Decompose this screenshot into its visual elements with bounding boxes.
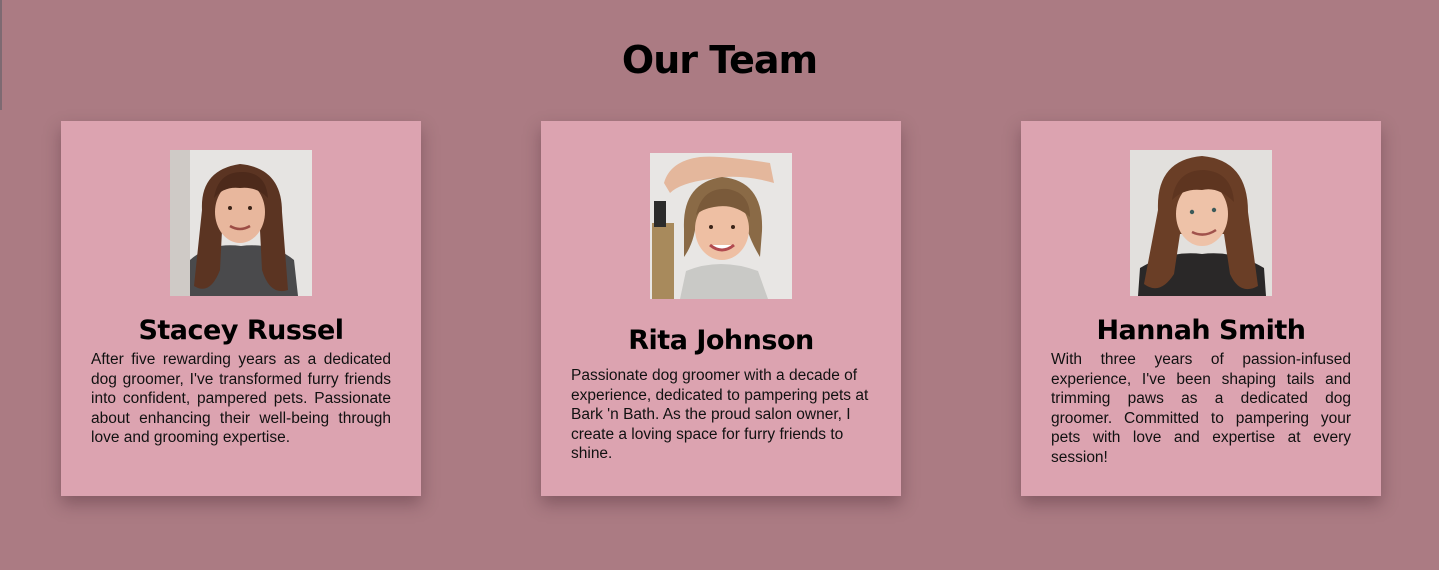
section-title: Our Team [621,38,818,82]
team-card: Stacey Russel After five rewarding years… [61,121,421,496]
team-member-name: Hannah Smith [1096,315,1306,346]
team-card: Rita Johnson Passionate dog groomer with… [541,121,901,496]
team-member-bio: After five rewarding years as a dedicate… [91,351,391,446]
team-section: Our Team Stacey Russel After five reward… [0,0,1439,570]
team-card: Hannah Smith With three years of passion… [1021,121,1381,496]
team-member-name: Rita Johnson [628,325,814,356]
team-member-photo [650,153,792,299]
team-member-bio: With three years of passion-infused expe… [1051,351,1351,466]
team-member-name: Stacey Russel [138,315,344,346]
team-member-photo [1130,150,1272,296]
team-member-bio: Passionate dog groomer with a decade of … [571,367,869,462]
team-member-photo [170,150,312,296]
